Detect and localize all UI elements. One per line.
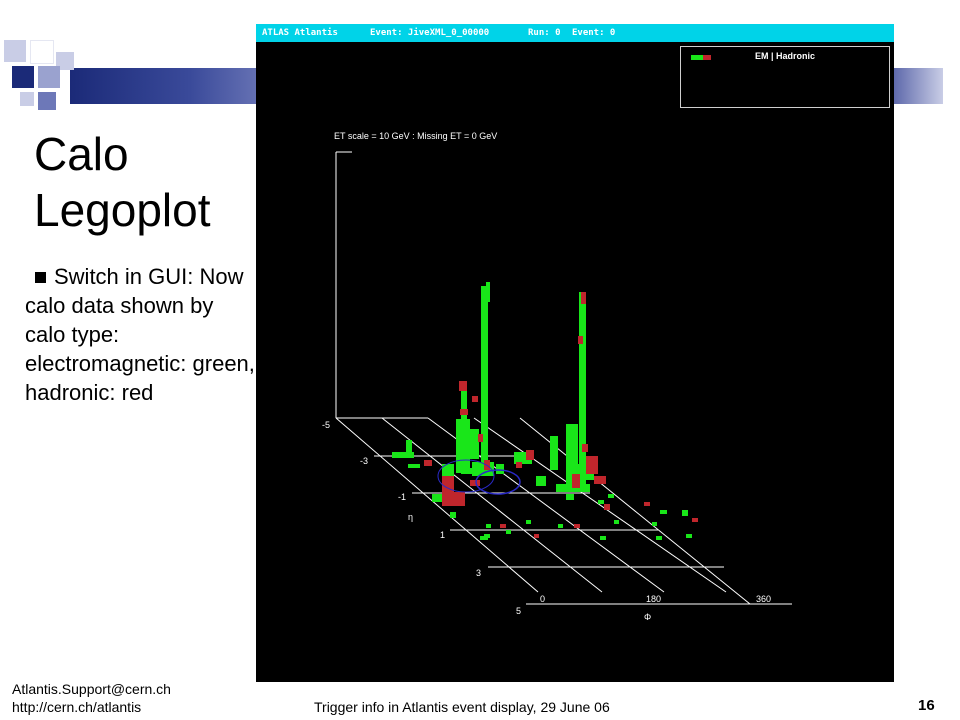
em-towers: [392, 282, 692, 540]
footer-url: http://cern.ch/atlantis: [12, 699, 142, 715]
title-line-2: Legoplot: [34, 184, 211, 236]
eta-tick-3: 1: [440, 530, 445, 540]
phi-tick-1: 180: [646, 594, 661, 604]
bullet-content: Switch in GUI: Now calo data shown by ca…: [25, 264, 255, 405]
title-line-1: Calo: [34, 128, 129, 180]
footer-email: Atlantis.Support@cern.ch: [12, 681, 171, 697]
eta-axis-label: η: [408, 512, 413, 522]
page-number: 16: [918, 697, 935, 714]
atlantis-window: ATLAS Atlantis Event: JiveXML_0_00000 Ru…: [256, 24, 894, 682]
header-band: [70, 68, 270, 104]
slide-title: Calo Legoplot: [34, 126, 264, 238]
eta-tick-4: 3: [476, 568, 481, 578]
phi-tick-0: 0: [540, 594, 545, 604]
phi-tick-2: 360: [756, 594, 771, 604]
footer-center: Trigger info in Atlantis event display, …: [314, 699, 610, 715]
phi-axis-label: Φ: [644, 612, 651, 622]
bullet-text: Switch in GUI: Now calo data shown by ca…: [25, 262, 257, 407]
square-bullet-icon: [35, 271, 46, 283]
lego-grid: [335, 417, 792, 605]
eta-tick-5: 5: [516, 606, 521, 616]
axis-labels: -5 -3 -1 1 3 5 η 0 180 360 Φ: [322, 420, 771, 622]
eta-tick-2: -1: [398, 492, 406, 502]
eta-tick-0: -5: [322, 420, 330, 430]
lego-plot: -5 -3 -1 1 3 5 η 0 180 360 Φ: [322, 151, 792, 622]
eta-tick-1: -3: [360, 456, 368, 466]
hadronic-towers: [424, 292, 698, 538]
header-band-right: [893, 68, 943, 104]
